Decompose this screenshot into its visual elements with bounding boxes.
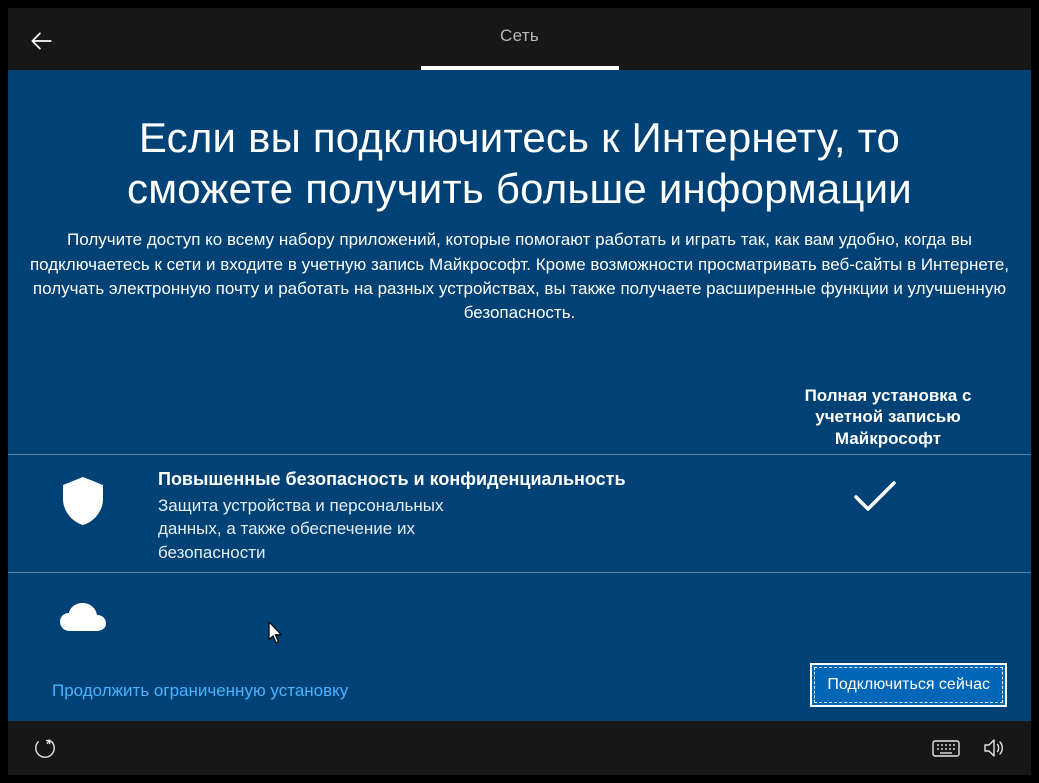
row-heading: Повышенные безопасность и конфиденциальн… — [158, 469, 698, 490]
feature-table: Повышенные безопасность и конфиденциальн… — [8, 454, 1031, 659]
accessibility-icon — [33, 736, 57, 760]
table-row — [8, 572, 1031, 659]
column-header-full-setup: Полная установка с учетной записью Майкр… — [773, 385, 1003, 449]
header-bar: Сеть — [8, 8, 1031, 70]
volume-button[interactable] — [979, 733, 1009, 763]
window-inner: Сеть Если вы подключитесь к Интернету, т… — [8, 8, 1031, 775]
checkmark-icon — [852, 479, 898, 515]
connect-now-button[interactable]: Подключиться сейчас — [810, 663, 1007, 707]
shield-icon — [59, 475, 107, 527]
row-desc: Защита устройства и персональных данных,… — [158, 494, 488, 564]
tab-network[interactable]: Сеть — [500, 26, 539, 46]
keyboard-icon — [932, 738, 960, 758]
page-subtitle: Получите доступ ко всему набору приложен… — [8, 222, 1031, 325]
window-frame: Сеть Если вы подключитесь к Интернету, т… — [0, 0, 1039, 783]
back-button[interactable] — [26, 26, 56, 56]
page-title: Если вы подключитесь к Интернету, то смо… — [8, 70, 1031, 222]
taskbar — [8, 721, 1031, 775]
table-row: Повышенные безопасность и конфиденциальн… — [8, 454, 1031, 572]
connect-now-label: Подключиться сейчас — [814, 667, 1003, 703]
ease-of-access-button[interactable] — [30, 733, 60, 763]
volume-icon — [982, 736, 1006, 760]
continue-limited-link[interactable]: Продолжить ограниченную установку — [52, 681, 348, 701]
cloud-icon — [56, 601, 110, 637]
content-area: Если вы подключитесь к Интернету, то смо… — [8, 70, 1031, 721]
arrow-left-icon — [28, 28, 54, 54]
keyboard-button[interactable] — [931, 733, 961, 763]
